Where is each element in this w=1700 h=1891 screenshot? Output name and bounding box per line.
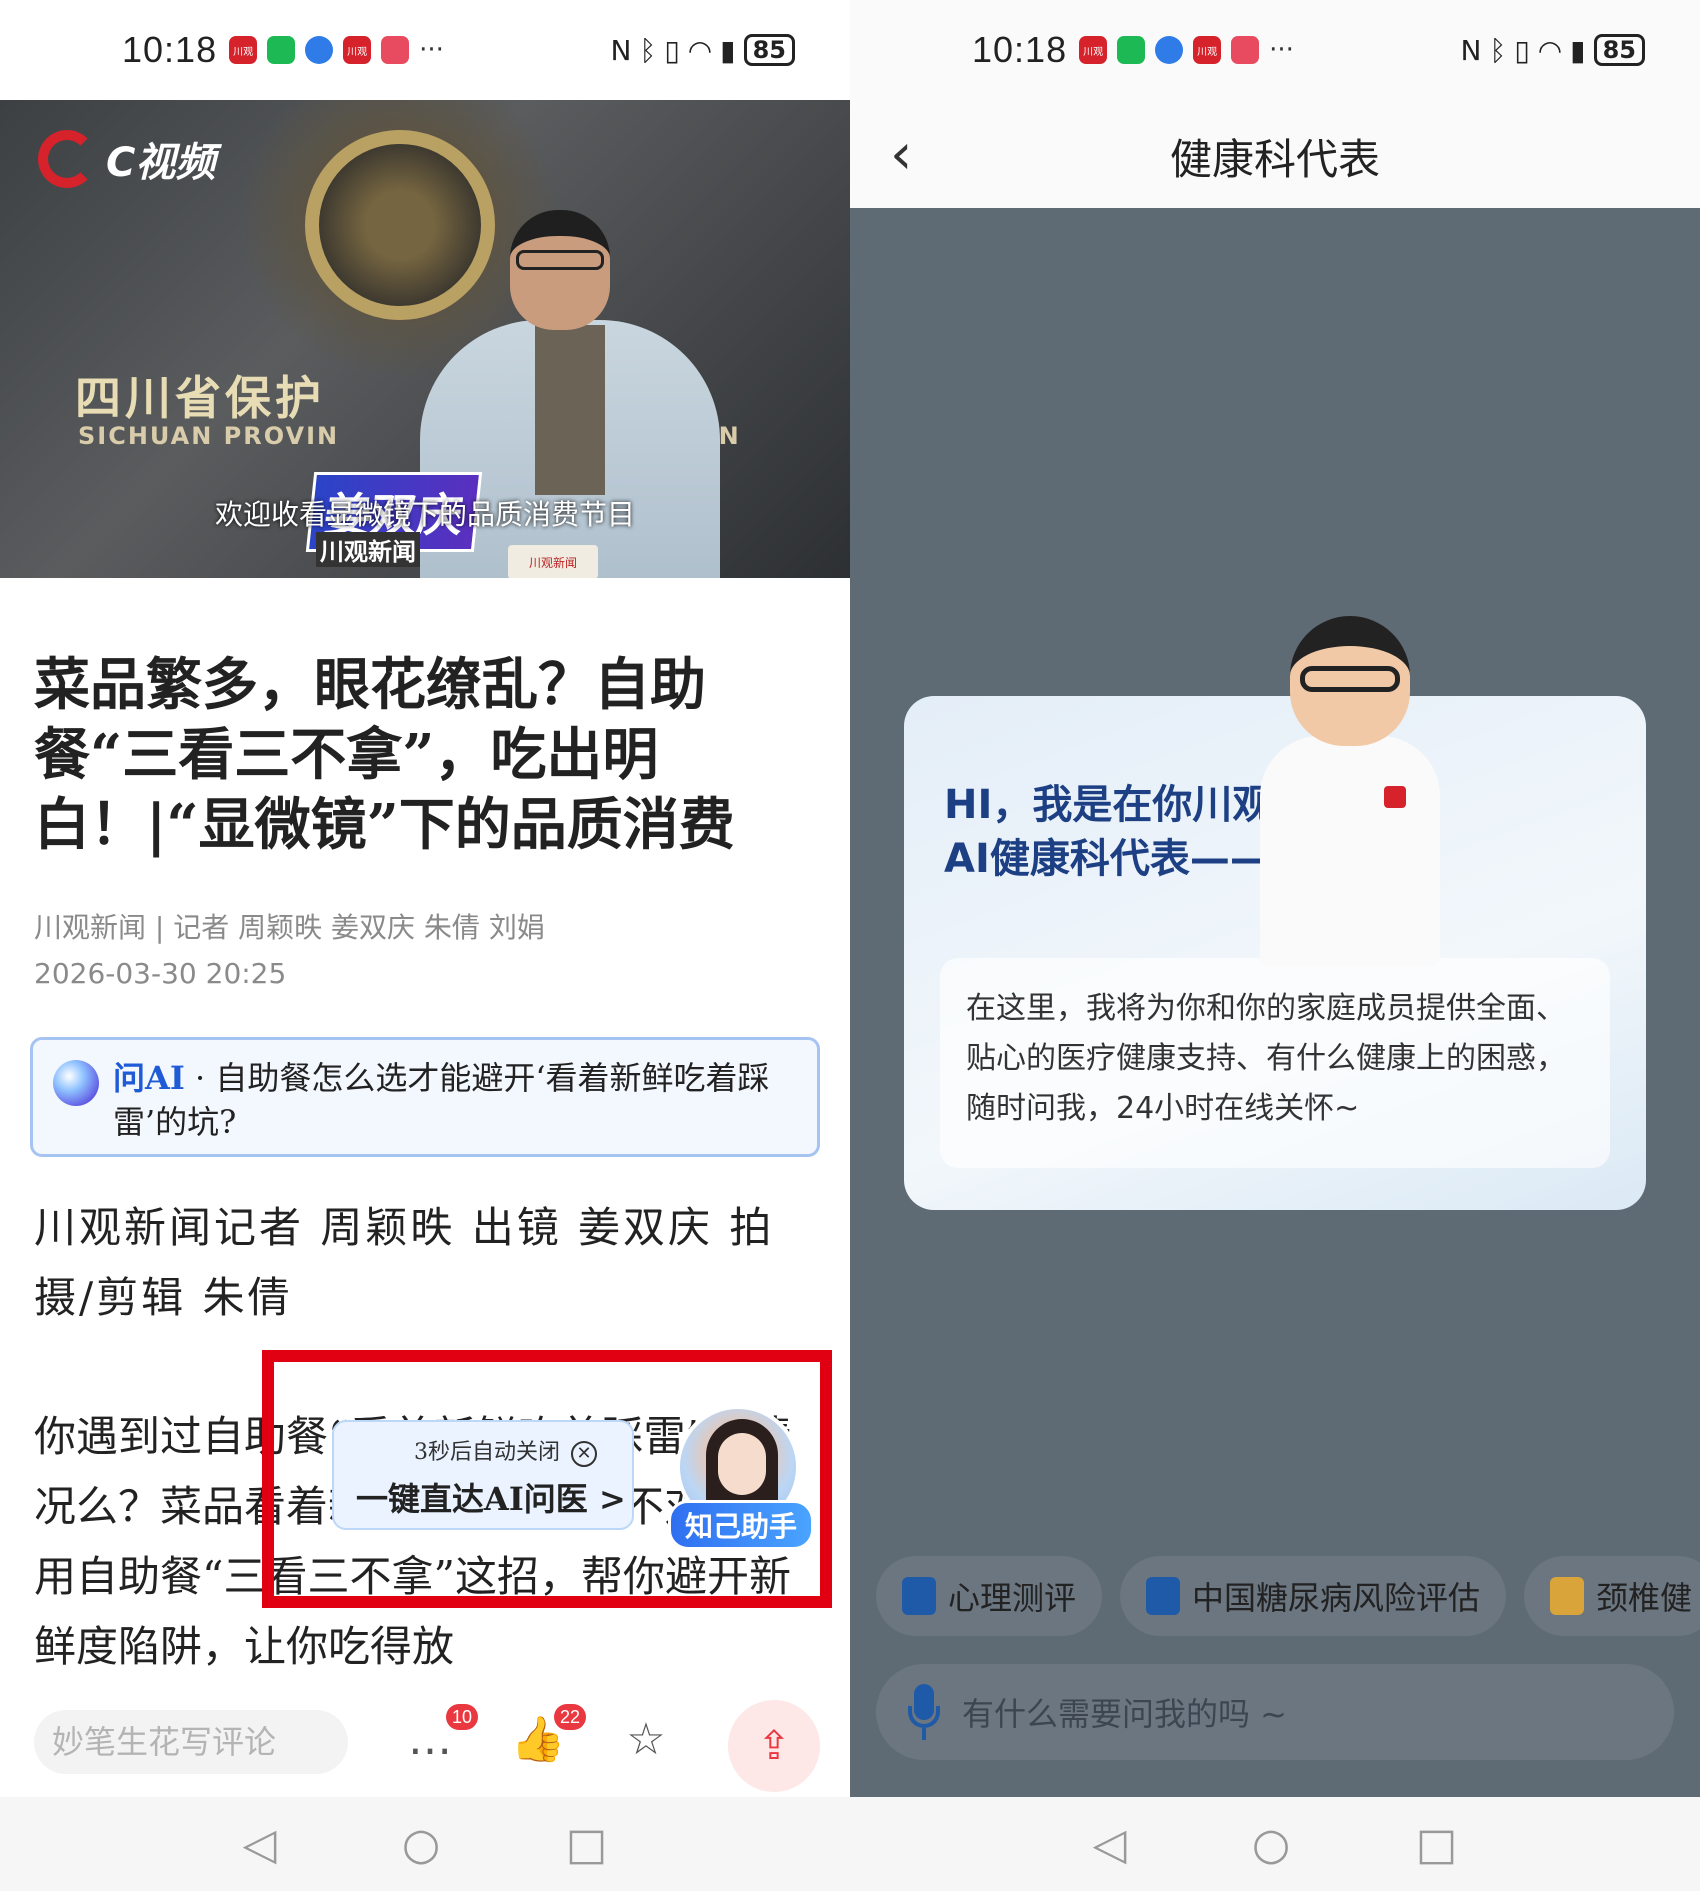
chip-psych-test[interactable]: 心理测评: [876, 1556, 1103, 1636]
chuanguan-app-icon-2: 川观: [1193, 36, 1222, 64]
article-credits: 川观新闻记者 周颖昳 出镜 姜双庆 拍摄/剪辑 朱倩: [34, 1203, 775, 1322]
article-byline: 川观新闻 | 记者 周颖昳 姜双庆 朱倩 刘娟 2026-03-30 20:25: [34, 905, 545, 997]
right-phone-screen: 10:18 川观 川观 ··· N ᛒ ▯ ◠ ▮ 85 ‹ 健康科代表 HI，…: [850, 0, 1700, 1891]
brand-badge-icon: [1384, 786, 1406, 808]
ai-doctor-popup[interactable]: 3秒后自动关闭 ✕ 一键直达AI问医 >: [332, 1420, 634, 1530]
vibrate-icon: ▯: [1514, 33, 1530, 67]
wechat-icon: [267, 36, 296, 64]
video-caption: 欢迎收看显微镜下的品质消费节目: [214, 498, 635, 531]
notification-icons: 川观 川观 ···: [229, 35, 444, 65]
nav-back-icon[interactable]: ◁: [243, 1819, 277, 1870]
ask-ai-card[interactable]: 问AI · 自助餐怎么选才能避开‘看着新鲜吃着踩雷’的坑?: [30, 1037, 820, 1157]
article-action-bar: 妙笔生花写评论 … 10 👍 22 ☆ ⇪: [0, 1692, 850, 1797]
ask-ai-question: 自助餐怎么选才能避开‘看着新鲜吃着踩雷’的坑?: [113, 1059, 770, 1141]
wechat-icon: [1117, 36, 1146, 64]
chip-cervical-health[interactable]: 颈椎健: [1524, 1556, 1700, 1636]
reporter-affiliation: 川观新闻: [316, 532, 420, 567]
browser-icon: [305, 36, 334, 64]
ai-doctor-cta[interactable]: 一键直达AI问医 >: [356, 1474, 626, 1520]
wifi-icon: ◠: [687, 33, 713, 67]
system-nav-bar: ◁ ○ □: [0, 1797, 850, 1891]
c-video-logo-icon: [38, 130, 96, 188]
page-title: 健康科代表: [1169, 135, 1380, 184]
c-video-logo-text: C视频: [106, 140, 216, 186]
chip-diabetes-risk[interactable]: 中国糖尿病风险评估: [1120, 1556, 1507, 1636]
wall-sign-english: SICHUAN PROVIN: [78, 422, 340, 450]
nav-recents-icon[interactable]: □: [1416, 1819, 1458, 1870]
microphone-tag: 川观新闻: [508, 545, 598, 578]
notification-icons: 川观 川观 ···: [1079, 35, 1294, 65]
comment-input[interactable]: 妙笔生花写评论: [34, 1710, 348, 1774]
comment-icon[interactable]: … 10: [400, 1704, 478, 1770]
chat-input-placeholder: 有什么需要问我的吗 ~: [962, 1695, 1287, 1733]
more-notifications-icon: ···: [419, 35, 444, 65]
battery-saver-icon: ▮: [720, 33, 736, 67]
byline-authors: 川观新闻 | 记者 周颖昳 姜双庆 朱倩 刘娟: [34, 911, 545, 944]
nav-home-icon[interactable]: ○: [1252, 1819, 1290, 1870]
more-notifications-icon: ···: [1269, 35, 1294, 65]
status-time: 10:18: [122, 29, 218, 70]
welcome-body: 在这里，我将为你和你的家庭成员提供全面、贴心的医疗健康支持、有什么健康上的困惑，…: [940, 958, 1610, 1168]
left-phone-screen: 10:18 川观 川观 ··· N ᛒ ▯ ◠ ▮ 85 C视频 四川省保护 S…: [0, 0, 850, 1891]
nfc-icon: N: [1460, 33, 1482, 67]
status-time: 10:18: [972, 29, 1068, 70]
chat-input[interactable]: 有什么需要问我的吗 ~: [876, 1664, 1674, 1760]
bluetooth-icon: ᛒ: [1489, 33, 1507, 67]
battery-saver-icon: ▮: [1570, 33, 1586, 67]
battery-level: 85: [1593, 34, 1645, 66]
bluetooth-icon: ᛒ: [639, 33, 657, 67]
clipboard-icon: [902, 1577, 936, 1615]
browser-icon: [1155, 36, 1184, 64]
reader-app-icon: [1231, 36, 1260, 64]
c-video-logo: C视频: [38, 130, 215, 188]
nav-home-icon[interactable]: ○: [402, 1819, 440, 1870]
microphone-icon[interactable]: [906, 1684, 942, 1740]
quick-actions: 心理测评 中国糖尿病风险评估 颈椎健: [876, 1556, 1700, 1636]
wifi-icon: ◠: [1537, 33, 1563, 67]
screenshot-root: 10:18 川观 川观 ··· N ᛒ ▯ ◠ ▮ 85 C视频 四川省保护 S…: [0, 0, 1700, 1891]
calendar-icon: [1550, 1577, 1585, 1615]
like-icon[interactable]: 👍 22: [508, 1704, 586, 1770]
comment-count-badge: 10: [445, 1704, 478, 1730]
clipboard-icon: [1146, 1577, 1181, 1615]
nav-recents-icon[interactable]: □: [566, 1819, 608, 1870]
share-icon[interactable]: ⇪: [728, 1700, 820, 1792]
ask-ai-tag: 问AI: [113, 1059, 185, 1097]
star-icon[interactable]: ☆: [616, 1710, 676, 1770]
status-indicators: N ᛒ ▯ ◠ ▮ 85: [1461, 34, 1645, 67]
system-nav-bar: ◁ ○ □: [850, 1797, 1700, 1891]
close-icon[interactable]: ✕: [571, 1441, 597, 1467]
page-header: ‹ 健康科代表: [850, 100, 1700, 208]
like-count-badge: 22: [553, 1704, 586, 1730]
reader-app-icon: [381, 36, 410, 64]
nfc-icon: N: [610, 33, 632, 67]
video-player[interactable]: C视频 四川省保护 SICHUAN PROVIN SION 川观新闻 姜双庆 川…: [0, 100, 850, 578]
status-bar: 10:18 川观 川观 ··· N ᛒ ▯ ◠ ▮ 85: [0, 0, 850, 100]
chuanguan-app-icon: 川观: [1079, 36, 1108, 64]
mascot-avatar: [1260, 616, 1440, 966]
vibrate-icon: ▯: [664, 33, 680, 67]
status-indicators: N ᛒ ▯ ◠ ▮ 85: [611, 34, 795, 67]
nav-back-icon[interactable]: ◁: [1093, 1819, 1127, 1870]
battery-level: 85: [743, 34, 795, 66]
chuanguan-app-icon-2: 川观: [343, 36, 372, 64]
status-bar: 10:18 川观 川观 ··· N ᛒ ▯ ◠ ▮ 85: [850, 0, 1700, 100]
ask-ai-separator: ·: [194, 1059, 206, 1097]
chuanguan-app-icon: 川观: [229, 36, 258, 64]
popup-autoclose-text: 3秒后自动关闭: [414, 1440, 560, 1465]
assistant-label[interactable]: 知己助手: [668, 1500, 815, 1550]
article-headline: 菜品繁多，眼花缭乱？自助餐“三看三不拿”，吃出明白！|“显微镜”下的品质消费: [34, 652, 735, 858]
ai-orb-icon: [53, 1060, 99, 1106]
popup-autoclose: 3秒后自动关闭 ✕: [414, 1434, 597, 1467]
publish-datetime: 2026-03-30 20:25: [34, 957, 287, 990]
wall-sign-text: 四川省保护: [75, 371, 325, 425]
